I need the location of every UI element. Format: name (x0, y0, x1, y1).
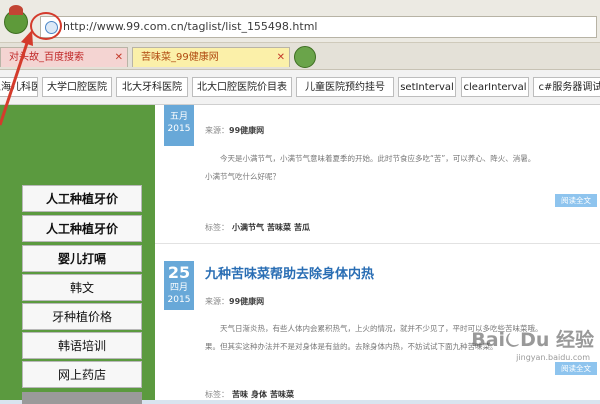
bookmark-item[interactable]: 儿童医院预约挂号 (296, 77, 394, 97)
article-source: 来源：99健康网 (205, 126, 265, 135)
browser-logo-icon[interactable] (4, 5, 28, 34)
bookmark-item[interactable]: 大学口腔医院 (42, 77, 112, 97)
date-day: 25 (167, 263, 191, 282)
date-month: 五月 (169, 112, 188, 122)
bookmark-item[interactable]: 上海儿科医院 (0, 77, 38, 97)
date-year: 2015 (167, 124, 191, 134)
sidebar-item[interactable]: 韩语培训 (22, 332, 142, 359)
tag-link[interactable]: 苦瓜 (294, 223, 310, 232)
sidebar-item[interactable]: 牙种植价格 (22, 303, 142, 330)
date-year: 2015 (167, 295, 191, 305)
date-badge: 25 四月 2015 (164, 261, 194, 310)
baidu-watermark-url: jingyan.baidu.com (516, 353, 590, 362)
tag-link[interactable]: 小满节气 (232, 223, 264, 232)
tab-search[interactable]: 对头故_百度搜索 ✕ (0, 47, 128, 67)
read-more-button[interactable]: 阅读全文 (555, 194, 597, 207)
close-icon[interactable]: ✕ (277, 48, 285, 67)
tab-label: 对头故_百度搜索 (9, 52, 84, 63)
sidebar-item[interactable]: 人工种植牙价 (22, 185, 142, 212)
tag-link[interactable]: 身体 (251, 390, 267, 399)
new-tab-icon[interactable] (294, 46, 316, 68)
divider (155, 243, 600, 244)
article-tags: 标签： 苦味 身体 苦味菜 (205, 390, 294, 399)
sidebar-item[interactable]: 网上药店 (22, 361, 142, 388)
date-badge: 五月 2015 (164, 105, 194, 146)
address-bar[interactable]: http://www.99.com.cn/taglist/list_155498… (40, 16, 597, 38)
bookmark-item[interactable]: 北大口腔医院价目表 (192, 77, 292, 97)
sidebar-item[interactable]: 人工种植牙价 (22, 215, 142, 242)
tab-label: 苦味菜_99健康网 (141, 52, 219, 63)
read-more-button[interactable]: 阅读全文 (555, 362, 597, 375)
sidebar-item[interactable]: 婴儿打嗝 (22, 245, 142, 272)
browser-titlebar: http://www.99.com.cn/taglist/list_155498… (0, 0, 600, 43)
bookmark-item[interactable]: c#服务器调试 (533, 77, 600, 97)
tag-link[interactable]: 苦味菜 (270, 390, 294, 399)
tag-link[interactable]: 苦味菜 (267, 223, 291, 232)
article-tags: 标签： 小满节气 苦味菜 苦瓜 (205, 223, 310, 232)
tab-active[interactable]: 苦味菜_99健康网 ✕ (132, 47, 290, 67)
article-source: 来源：99健康网 (205, 297, 265, 306)
article-title[interactable]: 九种苦味菜帮助去除身体内热 (205, 263, 374, 282)
baidu-watermark: Bai⏾Du 经验 (471, 329, 594, 351)
close-icon[interactable]: ✕ (115, 48, 123, 67)
date-month: 四月 (169, 283, 188, 293)
bookmark-item[interactable]: 北大牙科医院 (116, 77, 188, 97)
bookmarks-bar: 上海儿科医院 大学口腔医院 北大牙科医院 北大口腔医院价目表 儿童医院预约挂号 … (0, 70, 600, 105)
url-text[interactable]: http://www.99.com.cn/taglist/list_155498… (63, 20, 317, 33)
highlight-circle (30, 12, 62, 40)
sidebar-item[interactable]: 韩文 (22, 274, 142, 301)
article-summary: 今天是小满节气，小满节气意味着夏季的开始。此时节食应多吃“苦”，可以养心、降火、… (205, 154, 536, 181)
tag-link[interactable]: 苦味 (232, 390, 248, 399)
bookmark-item[interactable]: setInterval (398, 77, 456, 97)
bookmark-item[interactable]: clearInterval (461, 77, 529, 97)
sidebar-bottom (22, 392, 142, 404)
